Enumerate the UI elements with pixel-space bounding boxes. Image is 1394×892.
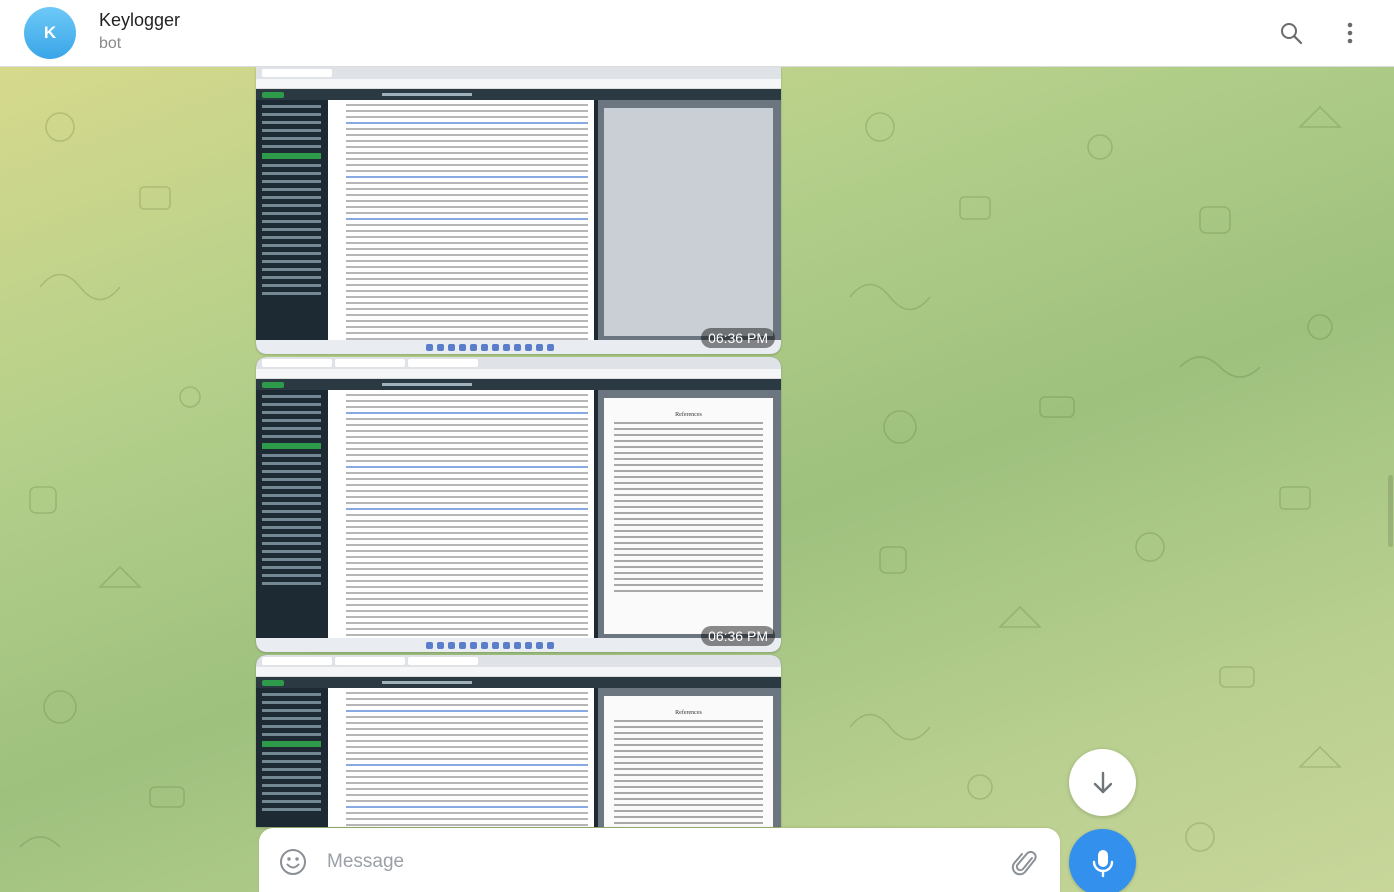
more-vertical-icon[interactable]	[1335, 18, 1365, 48]
message-time: 06:36 PM	[701, 626, 775, 646]
file-tree	[256, 100, 326, 340]
pdf-preview: References	[598, 688, 781, 827]
app-body	[256, 100, 781, 352]
chat-title[interactable]: Keylogger	[99, 10, 180, 31]
search-icon[interactable]	[1276, 18, 1306, 48]
pdf-references-title: References	[675, 710, 702, 716]
scrollbar-thumb[interactable]	[1388, 475, 1393, 547]
file-tree	[256, 688, 326, 827]
arrow-down-icon	[1093, 771, 1112, 793]
app-toolbar	[256, 89, 781, 100]
app-toolbar	[256, 379, 781, 390]
pdf-preview	[598, 100, 781, 340]
browser-address-bar	[256, 667, 781, 677]
screenshot-message[interactable]: 06:36 PM	[256, 67, 781, 354]
message-composer	[259, 828, 1060, 892]
pdf-page: References	[604, 696, 773, 827]
chat-subtitle: bot	[99, 35, 122, 52]
paperclip-icon[interactable]	[1011, 848, 1039, 878]
emoji-icon[interactable]	[279, 848, 307, 876]
screenshot-message[interactable]: References	[256, 655, 781, 827]
message-input[interactable]	[327, 848, 987, 876]
pdf-references-title: References	[675, 412, 702, 418]
avatar[interactable]: K	[24, 7, 76, 59]
code-editor	[328, 100, 594, 352]
message-time: 06:36 PM	[701, 328, 775, 348]
browser-address-bar	[256, 369, 781, 379]
browser-tabs	[256, 655, 781, 667]
chat-header: K Keylogger bot	[0, 0, 1394, 67]
microphone-button[interactable]	[1069, 829, 1136, 892]
app-body: References	[256, 390, 781, 648]
code-editor	[328, 688, 594, 827]
browser-tabs	[256, 67, 781, 79]
app-toolbar	[256, 677, 781, 688]
browser-tabs	[256, 357, 781, 369]
scroll-down-button[interactable]	[1069, 749, 1136, 816]
microphone-icon	[1092, 849, 1113, 877]
app-body: References	[256, 688, 781, 827]
code-editor	[328, 390, 594, 648]
file-tree	[256, 390, 326, 638]
pdf-page: References	[604, 398, 773, 634]
browser-address-bar	[256, 79, 781, 89]
pdf-preview: References	[598, 390, 781, 638]
pdf-page	[604, 108, 773, 336]
screenshot-message[interactable]: References 06:36 PM	[256, 357, 781, 652]
